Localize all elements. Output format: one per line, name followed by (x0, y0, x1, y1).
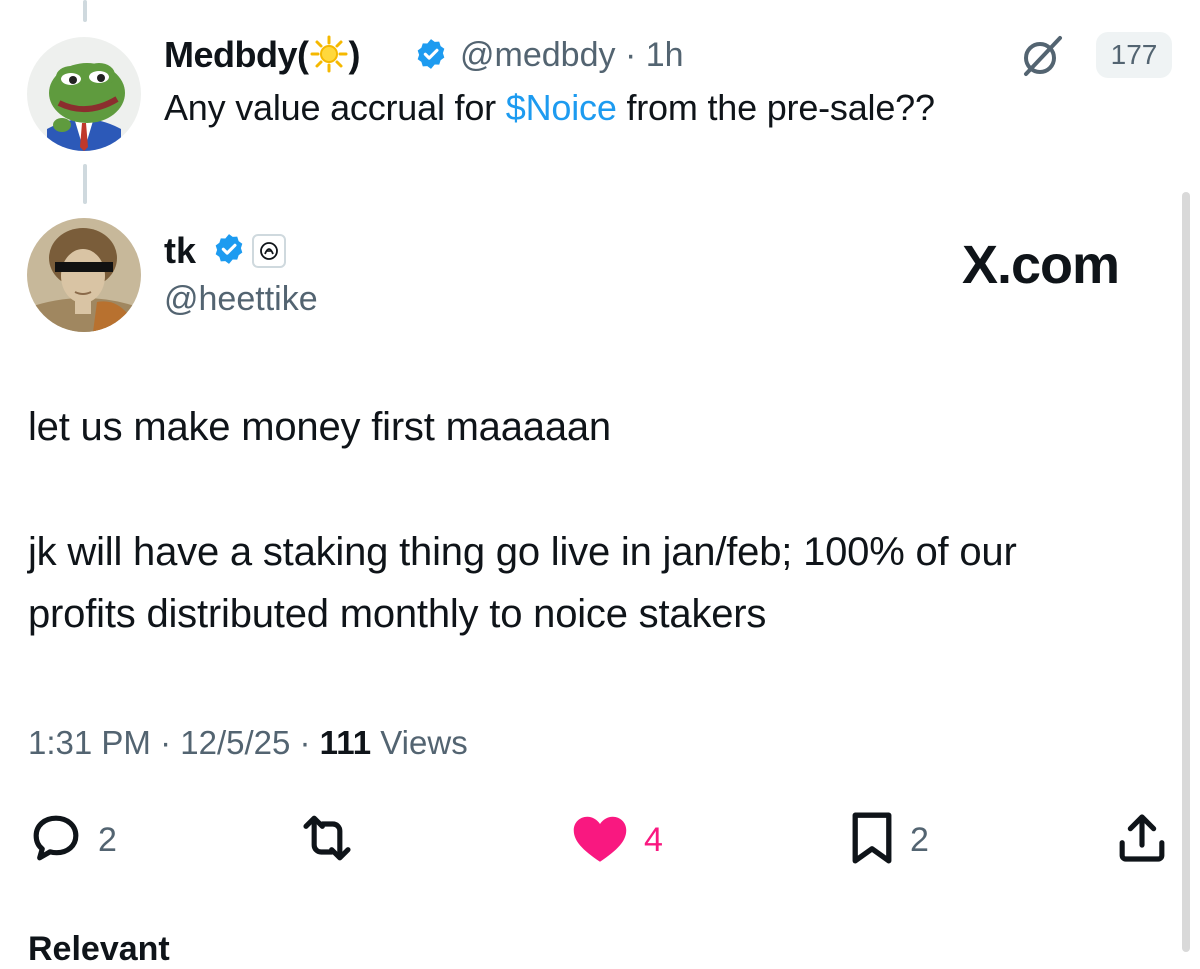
parent-text-before: Any value accrual for (164, 87, 506, 128)
tweet-body-line-2: jk will have a staking thing go live in … (28, 530, 1017, 574)
parent-text-after: from the pre-sale?? (616, 87, 935, 128)
reply-count-badge[interactable]: 177 (1096, 32, 1172, 78)
parent-handle[interactable]: @medbdy · 1h (460, 36, 684, 75)
tweet-body-line-1: let us make money first maaaaan (28, 405, 611, 449)
grok-icon[interactable] (1018, 32, 1066, 85)
verified-badge-icon (212, 232, 246, 271)
repost-icon (296, 810, 358, 871)
tweet-meta: 1:31 PM · 12/5/25 · 111 Views (28, 724, 468, 762)
like-button[interactable]: 4 (570, 812, 663, 868)
tweet-body-line-3: profits distributed monthly to noice sta… (28, 592, 767, 636)
parent-name-suffix: ) (348, 34, 361, 75)
repost-button[interactable] (296, 812, 358, 868)
views-count: 111 (319, 724, 372, 761)
main-display-name[interactable]: tk (164, 230, 196, 272)
thread-line-top (83, 0, 87, 22)
parent-tweet-text: Any value accrual for $Noice from the pr… (164, 87, 935, 129)
affiliate-badge-icon[interactable] (252, 234, 286, 268)
scrollbar[interactable] (1182, 192, 1190, 952)
share-icon (1114, 810, 1170, 871)
heart-icon (570, 810, 630, 871)
bookmark-button[interactable]: 2 (848, 812, 929, 868)
like-count: 4 (644, 820, 663, 859)
views-label: Views (371, 724, 468, 761)
x-com-watermark: X.com (962, 234, 1120, 296)
replies-sort-label[interactable]: Relevant (28, 930, 170, 969)
tweet-time[interactable]: 1:31 PM (28, 724, 151, 761)
x-com-text: X.com (962, 235, 1120, 295)
meta-separator: · (150, 724, 181, 761)
tweet-date[interactable]: 12/5/25 (180, 724, 290, 761)
bookmark-count: 2 (910, 820, 929, 859)
meta-separator: · (290, 724, 320, 761)
main-handle[interactable]: @heettike (164, 280, 318, 319)
verified-badge-icon (414, 37, 448, 76)
reply-count: 2 (98, 820, 117, 859)
parent-time: 1h (645, 36, 684, 74)
parent-name-text: Medbdy( (164, 34, 309, 75)
thread-line-middle (83, 164, 87, 204)
cashtag-link[interactable]: $Noice (506, 87, 617, 128)
reply-button[interactable]: 2 (28, 812, 117, 868)
sun-emoji-icon (310, 35, 348, 82)
parent-separator: · (624, 36, 637, 74)
reply-icon (28, 810, 84, 871)
bookmark-icon (848, 809, 896, 872)
parent-avatar[interactable] (27, 37, 141, 151)
main-avatar[interactable] (27, 218, 141, 332)
share-button[interactable] (1114, 812, 1170, 868)
parent-display-name[interactable]: Medbdy( ) (164, 34, 360, 82)
parent-handle-text: @medbdy (460, 36, 616, 74)
